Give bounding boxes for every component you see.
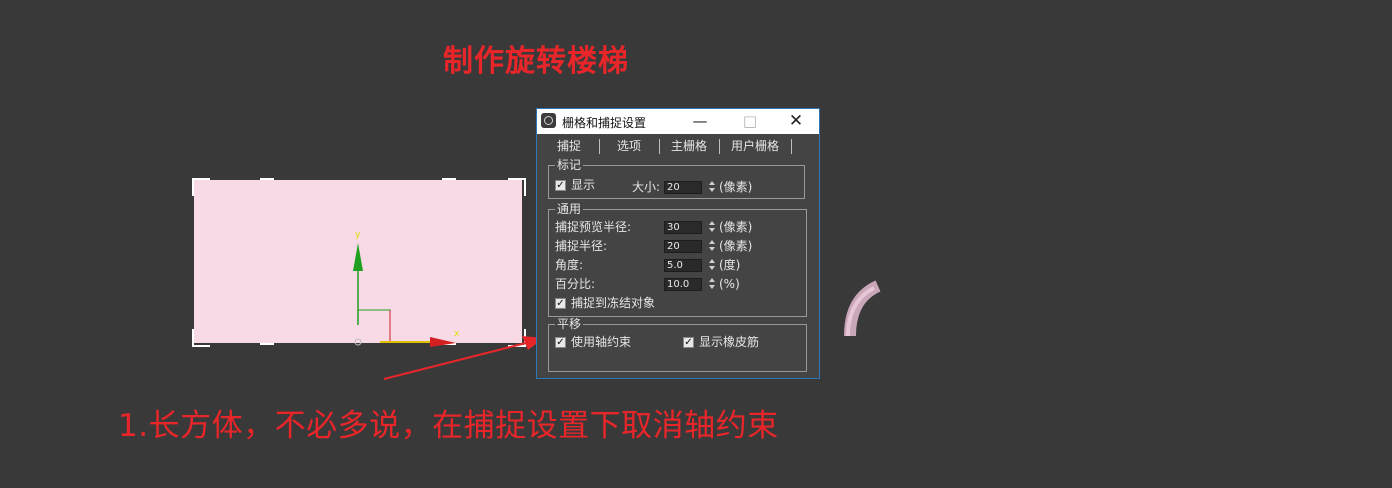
selection-bracket-tr xyxy=(508,178,526,196)
dialog-titlebar[interactable]: 栅格和捕捉设置 — □ ✕ xyxy=(537,109,819,134)
dialog-title: 栅格和捕捉设置 xyxy=(562,116,647,130)
preview-radius-input[interactable]: 30 xyxy=(664,221,702,234)
preview-radius-unit: (像素) xyxy=(719,220,753,234)
app-icon xyxy=(541,113,556,128)
use-axis-constraints-label: 使用轴约束 xyxy=(571,335,632,349)
snap-radius-input[interactable]: 20 xyxy=(664,240,702,253)
selection-tick-top-left xyxy=(260,178,274,180)
rubber-band-checkbox[interactable]: ✓ xyxy=(683,337,694,348)
show-checkbox[interactable]: ✓ xyxy=(555,180,566,191)
tab-home-grid[interactable]: 主栅格 xyxy=(665,137,713,155)
minimize-icon[interactable]: — xyxy=(677,109,723,134)
selection-bracket-tl xyxy=(192,178,210,196)
snap-radius-label: 捕捉半径: xyxy=(555,239,608,253)
selection-tick-bottom-left xyxy=(260,343,274,345)
group-marks-legend: 标记 xyxy=(555,158,584,172)
snap-frozen-checkbox[interactable]: ✓ xyxy=(555,298,566,309)
rubber-band-label: 显示橡皮筋 xyxy=(699,335,760,349)
percent-unit: (%) xyxy=(719,277,740,291)
annotation-arrow xyxy=(383,336,544,380)
angle-label: 角度: xyxy=(555,258,584,272)
pivot-icon xyxy=(354,338,362,346)
snap-radius-unit: (像素) xyxy=(719,239,753,253)
percent-input[interactable]: 10.0 xyxy=(664,278,702,291)
angle-input[interactable]: 5.0 xyxy=(664,259,702,272)
preview-radius-label: 捕捉预览半径: xyxy=(555,220,632,234)
grid-snap-settings-dialog: 栅格和捕捉设置 — □ ✕ 捕捉 选项 主栅格 用户栅格 标记 ✓ 显示 大小:… xyxy=(536,108,820,379)
snap-frozen-label: 捕捉到冻结对象 xyxy=(571,296,656,310)
annotation-step1: 1.长方体，不必多说，在捕捉设置下取消轴约束 xyxy=(118,408,779,444)
snap-radius-spinner[interactable] xyxy=(708,239,716,253)
group-translation-legend: 平移 xyxy=(555,317,584,331)
group-general: 通用 捕捉预览半径: 30 (像素) 捕捉半径: 20 (像素) 角度: 5.0… xyxy=(548,202,807,317)
size-unit: (像素) xyxy=(719,180,753,194)
axis-y-arrow xyxy=(353,243,363,271)
spiral-stair-preview[interactable] xyxy=(840,280,890,340)
percent-label: 百分比: xyxy=(555,277,596,291)
maximize-icon[interactable]: □ xyxy=(727,109,773,134)
annotation-title: 制作旋转楼梯 xyxy=(443,44,629,79)
size-spinner[interactable] xyxy=(708,180,716,194)
show-label: 显示 xyxy=(571,178,596,192)
group-general-legend: 通用 xyxy=(555,202,584,216)
angle-spinner[interactable] xyxy=(708,258,716,272)
group-translation: 平移 ✓ 使用轴约束 ✓ 显示橡皮筋 xyxy=(548,317,807,372)
tab-snaps[interactable]: 捕捉 xyxy=(547,137,591,155)
angle-unit: (度) xyxy=(719,258,741,272)
preview-radius-spinner[interactable] xyxy=(708,220,716,234)
use-axis-constraints-checkbox[interactable]: ✓ xyxy=(555,337,566,348)
size-label: 大小: xyxy=(632,180,661,194)
group-marks: 标记 ✓ 显示 大小: 20 (像素) xyxy=(548,158,805,199)
selection-bracket-bl xyxy=(192,329,210,347)
tab-options[interactable]: 选项 xyxy=(607,137,651,155)
close-icon[interactable]: ✕ xyxy=(773,109,819,134)
size-input[interactable]: 20 xyxy=(664,181,702,194)
tab-bar: 捕捉 选项 主栅格 用户栅格 xyxy=(537,137,819,157)
axis-y-label: y xyxy=(355,230,361,240)
percent-spinner[interactable] xyxy=(708,277,716,291)
tab-user-grids[interactable]: 用户栅格 xyxy=(725,137,785,155)
selection-tick-top-right xyxy=(442,178,456,180)
